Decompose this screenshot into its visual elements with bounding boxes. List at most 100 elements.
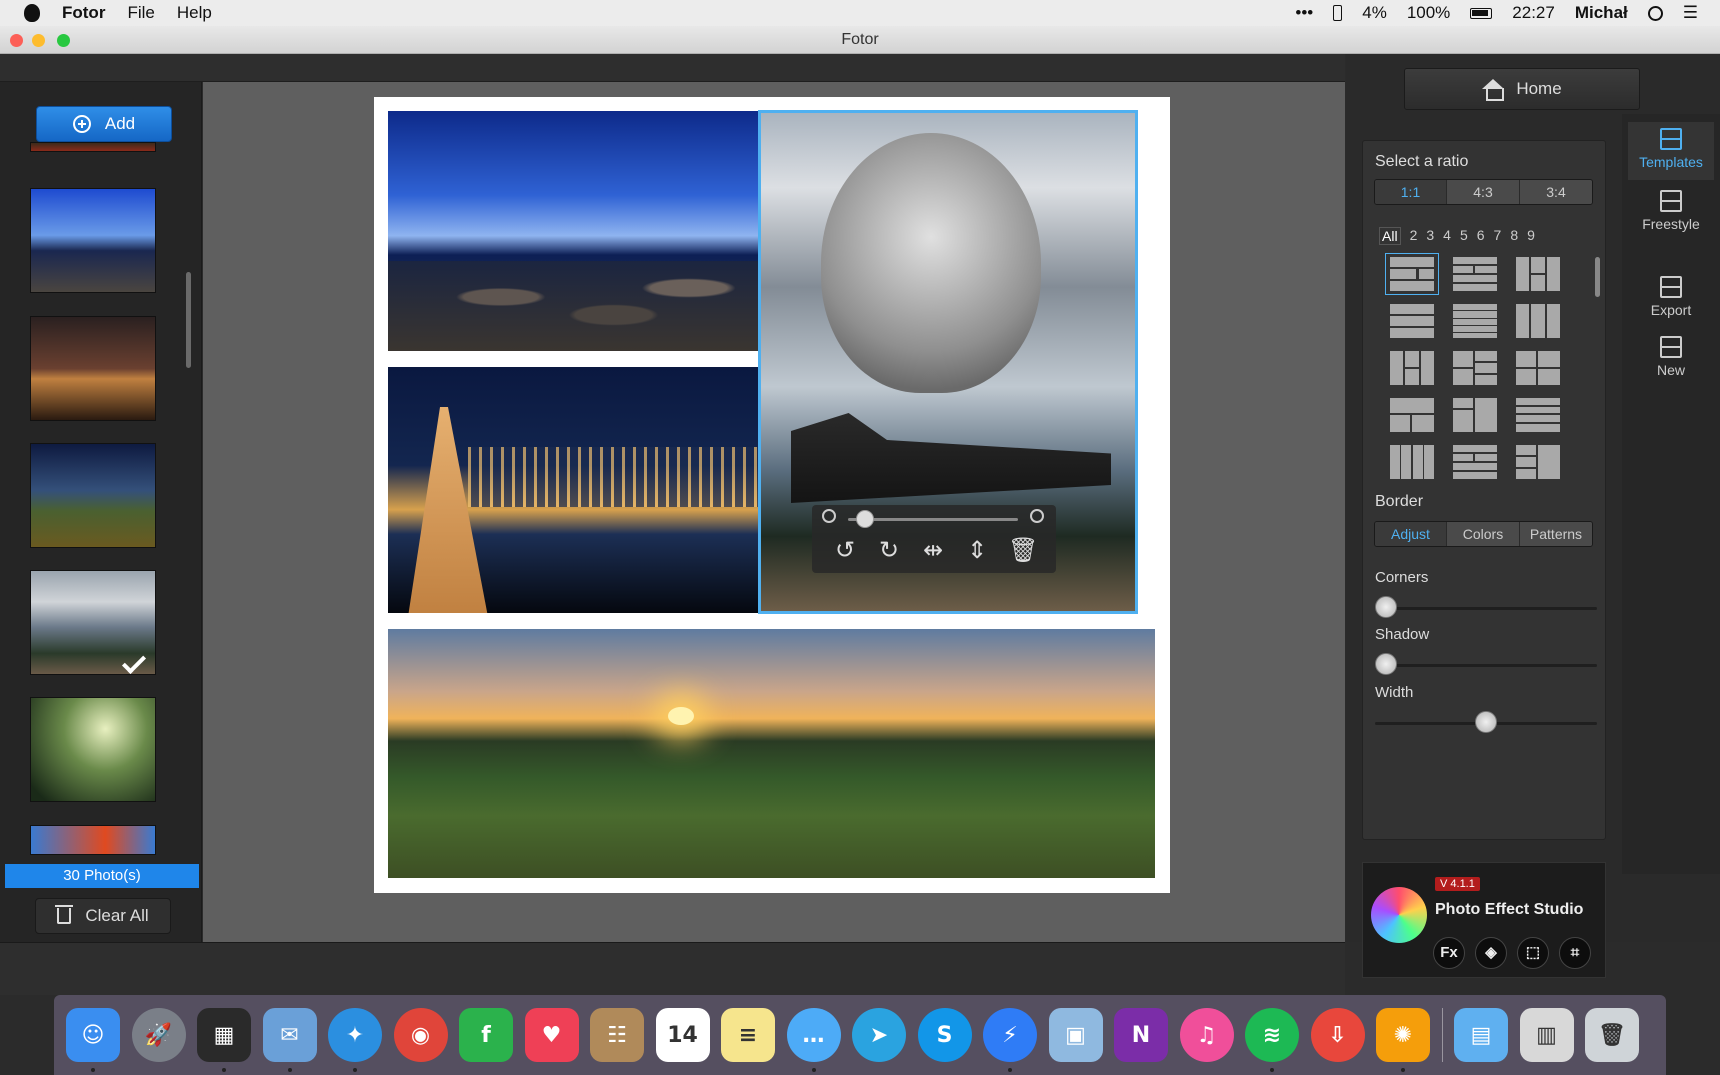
count-tab[interactable]: 6 (1477, 227, 1485, 245)
delete-image-icon[interactable]: 🗑 (1008, 537, 1038, 563)
user-name[interactable]: Michał (1575, 3, 1628, 23)
count-tab[interactable]: 2 (1410, 227, 1418, 245)
zoom-in-icon[interactable] (1030, 509, 1044, 523)
layout-template[interactable] (1511, 347, 1565, 389)
dock-finder-icon[interactable]: ☺ (66, 1008, 120, 1072)
shadow-slider[interactable] (1375, 664, 1597, 667)
photo-thumbnail[interactable] (30, 570, 156, 675)
photo-thumbnail[interactable] (30, 443, 156, 548)
minimize-window-button[interactable] (32, 34, 45, 47)
crop-icon[interactable]: ⌗ (1559, 937, 1591, 969)
dock-launchpad-icon[interactable]: 🚀 (131, 1008, 186, 1062)
tab-adjust[interactable]: Adjust (1375, 522, 1447, 546)
close-window-button[interactable] (10, 34, 23, 47)
ratio-1-1[interactable]: 1:1 (1375, 180, 1447, 204)
home-button[interactable]: Home (1404, 68, 1640, 110)
dock-chrome-icon[interactable]: ◉ (393, 1008, 448, 1062)
photo-thumbnail[interactable] (30, 697, 156, 802)
phone-icon[interactable] (1333, 5, 1343, 21)
menu-app-name[interactable]: Fotor (62, 3, 105, 23)
dock-trash-icon[interactable]: 🗑 (1585, 1008, 1639, 1062)
layout-template[interactable] (1385, 300, 1439, 342)
nav-new[interactable]: New (1628, 330, 1714, 388)
layout-template[interactable] (1511, 300, 1565, 342)
collage-cell-bridge[interactable] (388, 367, 764, 613)
dock-notes-icon[interactable]: ≡ (721, 1008, 775, 1062)
shadow-slider-knob[interactable] (1375, 653, 1397, 675)
dock-mail-icon[interactable]: ✉ (262, 1008, 317, 1072)
ratio-4-3[interactable]: 4:3 (1447, 180, 1520, 204)
count-tab[interactable]: 5 (1460, 227, 1468, 245)
clock[interactable]: 22:27 (1512, 3, 1555, 23)
menu-file[interactable]: File (127, 3, 154, 23)
layout-template[interactable] (1385, 347, 1439, 389)
mosaic-icon[interactable]: ◈ (1475, 937, 1507, 969)
rotate-left-icon[interactable]: ↺ (832, 537, 858, 563)
collage-cell-train-selected[interactable]: ↺ ↻ ⇹ ⇕ 🗑 (758, 110, 1138, 614)
count-tab[interactable]: 3 (1426, 227, 1434, 245)
dock-messenger-icon[interactable]: ⚡ (983, 1008, 1037, 1072)
dock-itunes-icon[interactable]: ♫ (1179, 1008, 1234, 1062)
width-slider-knob[interactable] (1475, 711, 1497, 733)
dock-pocket-icon[interactable]: ♥ (524, 1008, 579, 1062)
nav-templates[interactable]: Templates (1628, 122, 1714, 180)
layout-template[interactable] (1385, 394, 1439, 436)
layout-template[interactable] (1511, 441, 1565, 483)
dock-telegram-icon[interactable]: ➤ (852, 1008, 906, 1062)
dock-colorsync-icon[interactable]: ✺ (1376, 1008, 1430, 1072)
photo-thumbnail[interactable] (30, 188, 156, 293)
count-tab[interactable]: 8 (1510, 227, 1518, 245)
dock-downloader-icon[interactable]: ⇩ (1310, 1008, 1365, 1062)
dock-downloads-folder-icon[interactable]: ▤ (1454, 1008, 1508, 1062)
count-tab[interactable]: 7 (1494, 227, 1502, 245)
collage-cell-coast[interactable] (388, 111, 764, 351)
dock-contacts-icon[interactable]: ☷ (590, 1008, 644, 1062)
spotlight-icon[interactable] (1647, 5, 1663, 21)
layout-template[interactable] (1511, 253, 1565, 295)
rotate-right-icon[interactable]: ↻ (876, 537, 902, 563)
dock-preview-icon[interactable]: ▣ (1048, 1008, 1103, 1062)
menu-extras-icon[interactable]: ••• (1295, 3, 1313, 23)
ratio-3-4[interactable]: 3:4 (1520, 180, 1592, 204)
count-tab[interactable]: 9 (1527, 227, 1535, 245)
dock-safari-icon[interactable]: ✦ (328, 1008, 382, 1072)
dock-skype-icon[interactable]: S (917, 1008, 972, 1062)
corners-slider[interactable] (1375, 607, 1597, 610)
nav-export[interactable]: Export (1628, 270, 1714, 328)
battery-icon[interactable] (1470, 7, 1493, 19)
apple-icon[interactable] (24, 4, 40, 22)
thumbnail-scrollbar[interactable] (186, 272, 191, 368)
photo-effect-studio-promo[interactable]: V 4.1.1 Photo Effect Studio Fx ◈ ⬚ ⌗ (1362, 862, 1606, 978)
fx-icon[interactable]: Fx (1433, 937, 1465, 969)
frame-icon[interactable]: ⬚ (1517, 937, 1549, 969)
zoom-window-button[interactable] (57, 34, 70, 47)
dock-feedly-icon[interactable]: f (459, 1008, 513, 1062)
clear-all-button[interactable]: Clear All (35, 898, 171, 934)
dock-onenote-icon[interactable]: N (1114, 1008, 1168, 1062)
layout-template[interactable] (1385, 253, 1439, 295)
nav-freestyle[interactable]: Freestyle (1628, 184, 1714, 242)
layout-template[interactable] (1448, 300, 1502, 342)
layout-template[interactable] (1448, 347, 1502, 389)
photo-thumbnail[interactable] (30, 142, 156, 152)
layout-template[interactable] (1511, 394, 1565, 436)
photo-thumbnail[interactable] (30, 825, 156, 855)
dock-calendar-icon[interactable]: 14 (655, 1008, 710, 1062)
menu-help[interactable]: Help (177, 3, 212, 23)
dock-photo-app-icon[interactable]: ▦ (197, 1008, 251, 1072)
notification-center-icon[interactable]: ☰ (1683, 3, 1698, 23)
corners-slider-knob[interactable] (1375, 596, 1397, 618)
layout-template[interactable] (1448, 253, 1502, 295)
template-grid-scrollbar[interactable] (1595, 257, 1600, 297)
count-tab[interactable]: 4 (1443, 227, 1451, 245)
zoom-out-icon[interactable] (822, 509, 836, 523)
dock-stack-icon[interactable]: ▥ (1519, 1008, 1574, 1062)
count-tab-all[interactable]: All (1379, 227, 1401, 245)
zoom-slider-knob[interactable] (856, 510, 874, 528)
tab-colors[interactable]: Colors (1447, 522, 1520, 546)
layout-template[interactable] (1385, 441, 1439, 483)
flip-vertical-icon[interactable]: ⇕ (964, 537, 990, 563)
add-photos-button[interactable]: Add (36, 106, 172, 142)
tab-patterns[interactable]: Patterns (1520, 522, 1592, 546)
collage-cell-sunset-field[interactable] (388, 629, 1155, 878)
